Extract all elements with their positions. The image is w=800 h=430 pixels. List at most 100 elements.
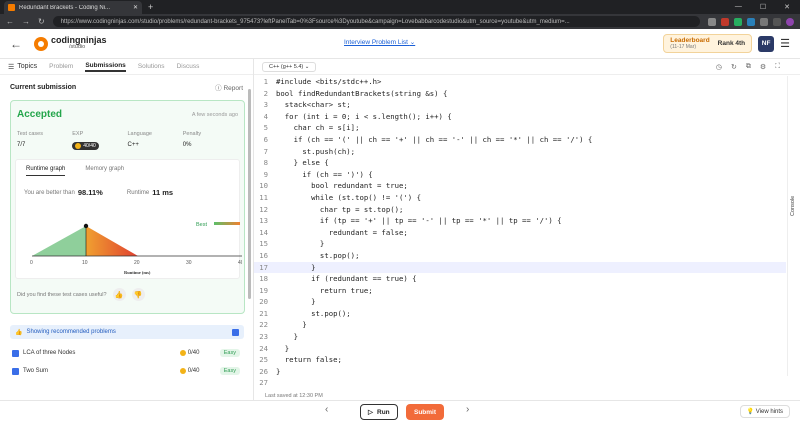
code-text: }: [276, 332, 298, 342]
left-scrollbar[interactable]: [248, 89, 251, 299]
code-line[interactable]: 9 if (ch == ')') {: [254, 169, 786, 181]
tab-discuss[interactable]: Discuss: [177, 63, 200, 70]
language-value: C++ (g++ 5.4): [269, 63, 304, 70]
code-line[interactable]: 12 char tp = st.top();: [254, 204, 786, 216]
list-item[interactable]: LCA of three Nodes 0/40 Easy: [12, 349, 240, 357]
url-field[interactable]: https://www.codingninjas.com/studio/prob…: [52, 16, 700, 27]
leaderboard-widget[interactable]: Leaderboard (11-17 Mar) Rank 4th: [663, 34, 753, 53]
code-line[interactable]: 18 if (redundant == true) {: [254, 273, 786, 285]
code-line[interactable]: 4 for (int i = 0; i < s.length(); i++) {: [254, 111, 786, 123]
console-toggle[interactable]: Console: [787, 76, 800, 376]
close-icon[interactable]: ✕: [133, 4, 138, 11]
code-line[interactable]: 21 st.pop();: [254, 308, 786, 320]
window-close-icon[interactable]: ✕: [784, 3, 790, 11]
line-number: 22: [259, 320, 268, 330]
code-line[interactable]: 3 stack<char> st;: [254, 99, 786, 111]
extension-icon[interactable]: [734, 17, 742, 26]
better-than-label: You are better than: [24, 189, 75, 196]
thumbs-down-icon[interactable]: 👎: [131, 288, 145, 301]
new-tab-button[interactable]: +: [148, 2, 153, 12]
code-line[interactable]: 13 if (tp == '+' || tp == '-' || tp == '…: [254, 215, 786, 227]
code-line[interactable]: 16 st.pop();: [254, 250, 786, 262]
tab-runtime-graph[interactable]: Runtime graph: [26, 166, 66, 176]
code-line[interactable]: 2 bool findRedundantBrackets(string &s) {: [254, 88, 786, 100]
menu-icon[interactable]: ☰: [780, 37, 790, 50]
code-line[interactable]: 7 st.push(ch);: [254, 146, 786, 158]
extension-icon[interactable]: [760, 17, 768, 26]
language-select[interactable]: C++ (g++ 5.4) ⌄: [262, 61, 317, 72]
graph-area-left: [32, 226, 86, 256]
code-text: bool redundant = true;: [276, 181, 408, 191]
code-line[interactable]: 8 } else {: [254, 157, 786, 169]
lightbulb-icon: 💡: [746, 409, 755, 415]
next-problem-icon[interactable]: ›: [466, 404, 469, 415]
avatar[interactable]: NF: [758, 35, 775, 52]
code-line[interactable]: 14 redundant = false;: [254, 227, 786, 239]
code-line[interactable]: 20 }: [254, 296, 786, 308]
code-line[interactable]: 25 return false;: [254, 354, 786, 366]
line-number: 20: [259, 297, 268, 307]
code-line[interactable]: 27: [254, 377, 786, 389]
code-line[interactable]: 22 }: [254, 319, 786, 331]
code-line[interactable]: 23 }: [254, 331, 786, 343]
tab-title: Redundant Brackets - Coding Ni...: [19, 4, 111, 11]
site-header: ← codingninjas /studio Interview Problem…: [0, 29, 800, 59]
code-line[interactable]: 19 return true;: [254, 285, 786, 297]
maximize-icon[interactable]: ☐: [760, 3, 766, 11]
stat-test-cases: Test cases 7/7: [17, 131, 72, 151]
profile-icon[interactable]: [786, 17, 794, 26]
reload-icon[interactable]: ↻: [38, 17, 45, 26]
extension-icon[interactable]: [747, 17, 755, 26]
extension-icon[interactable]: [721, 17, 729, 26]
coin-icon: [179, 350, 186, 356]
run-button[interactable]: ▷ Run: [360, 404, 398, 420]
extension-icon[interactable]: [773, 17, 781, 26]
list-item[interactable]: Two Sum 0/40 Easy: [12, 367, 240, 375]
code-line[interactable]: 1 #include <bits/stdc++.h>: [254, 76, 786, 88]
code-line[interactable]: 5 char ch = s[i];: [254, 122, 786, 134]
code-text: st.push(ch);: [276, 146, 356, 156]
tab-submissions[interactable]: Submissions: [85, 62, 126, 72]
code-line[interactable]: 11 while (st.top() != '(') {: [254, 192, 786, 204]
code-text: return true;: [276, 285, 373, 295]
report-button[interactable]: ⓘ Report: [215, 82, 243, 92]
code-editor[interactable]: 1 #include <bits/stdc++.h> 2 bool findRedun…: [254, 76, 786, 389]
stat-label: Language: [127, 131, 152, 137]
settings-icon[interactable]: ⚙: [760, 63, 766, 71]
tab-memory-graph[interactable]: Memory graph: [85, 166, 124, 176]
tab-problem[interactable]: Problem: [49, 63, 73, 70]
code-line[interactable]: 10 bool redundant = true;: [254, 180, 786, 192]
fullscreen-icon[interactable]: ⛶: [775, 63, 780, 71]
code-line[interactable]: 6 if (ch == '(' || ch == '+' || ch == '-…: [254, 134, 786, 146]
code-text: } else {: [276, 158, 329, 168]
prev-problem-icon[interactable]: ‹: [325, 404, 328, 415]
copy-icon[interactable]: ⧉: [746, 63, 751, 71]
clock-icon[interactable]: ◷: [716, 63, 722, 71]
code-line[interactable]: 26}: [254, 366, 786, 378]
browser-tab[interactable]: Redundant Brackets - Coding Ni... ✕: [4, 1, 142, 14]
back-arrow-icon[interactable]: ←: [10, 37, 22, 51]
code-line[interactable]: 24 }: [254, 343, 786, 355]
useful-question: Did you find these test cases useful?: [17, 291, 107, 298]
recommended-checkbox[interactable]: [232, 328, 239, 336]
extension-icon[interactable]: [708, 17, 716, 26]
view-hints-button[interactable]: 💡 View hints: [739, 405, 790, 418]
browser-titlebar: Redundant Brackets - Coding Ni... ✕ + — …: [0, 0, 800, 14]
topics-button[interactable]: ☰ Topics: [8, 63, 37, 71]
reset-icon[interactable]: ↻: [731, 63, 737, 71]
tab-solutions[interactable]: Solutions: [138, 63, 165, 70]
difficulty-badge: Easy: [219, 367, 240, 375]
back-icon[interactable]: ←: [6, 17, 14, 26]
line-number: 9: [263, 169, 268, 179]
interview-problem-list-link[interactable]: Interview Problem List ⌄: [344, 38, 415, 46]
logo-icon: [34, 36, 48, 51]
minimize-icon[interactable]: —: [735, 3, 742, 11]
code-line[interactable]: 15 }: [254, 238, 786, 250]
thumbs-up-icon[interactable]: 👍: [112, 288, 126, 301]
code-line[interactable]: 17 }: [254, 261, 786, 274]
logo[interactable]: codingninjas /studio: [34, 35, 107, 51]
submit-button[interactable]: Submit: [406, 404, 445, 420]
forward-icon[interactable]: →: [22, 17, 30, 26]
runtime-value: 11 ms: [152, 188, 174, 197]
code-text: if (ch == '(' || ch == '+' || ch == '-' …: [276, 134, 593, 144]
